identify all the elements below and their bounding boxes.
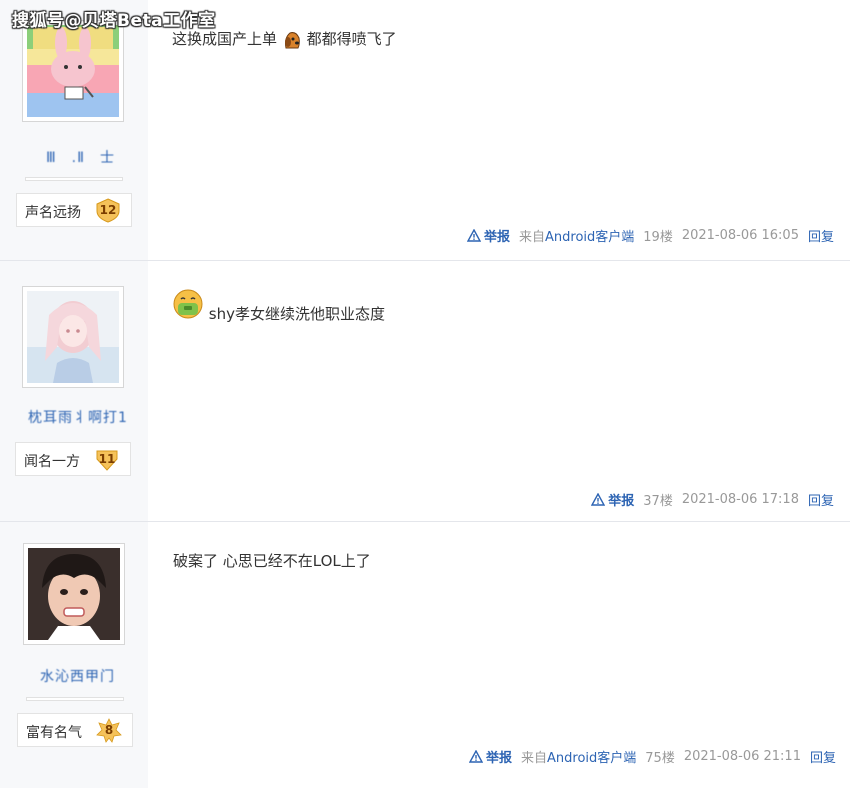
avatar-image: [27, 25, 119, 117]
username[interactable]: Ⅲ .Ⅱ 士: [46, 147, 115, 167]
report-button[interactable]: 举报: [468, 747, 512, 766]
post-item-2: 枕耳雨丬啊打1 闻名一方 11 shy孝女继续洗他职业态度 举报 37楼 202…: [0, 261, 850, 521]
post-text-before: 这换成国产上单: [172, 30, 278, 48]
user-column: 水沁西甲门 富有名气 8: [0, 522, 148, 788]
report-label: 举报: [483, 230, 510, 245]
username-underline: [26, 697, 124, 701]
level-badge-box: 闻名一方 11: [15, 442, 131, 476]
vomit-face-emoji: [172, 289, 204, 325]
post-datetime: 2021-08-06 21:11: [683, 749, 801, 764]
level-number: 11: [98, 452, 116, 466]
level-title: 闻名一方: [24, 454, 80, 470]
floor-number: 19楼: [643, 230, 673, 245]
post-content: 这换成国产上单 都都得喷飞了: [172, 28, 397, 54]
reply-button[interactable]: 回复: [810, 747, 836, 766]
client-prefix: 来自: [519, 230, 546, 245]
post-text-after: 都都得喷飞了: [306, 30, 397, 48]
client-link[interactable]: Android客户端: [547, 751, 636, 766]
client-prefix: 来自: [521, 751, 548, 766]
floor-number: 37楼: [643, 494, 673, 509]
level-title: 声名远扬: [25, 205, 81, 221]
post-content: 破案了 心思已经不在LOL上了: [173, 550, 371, 571]
client-source: 来自Android客户端: [519, 226, 634, 245]
warning-triangle-icon: [591, 493, 606, 506]
avatar[interactable]: [22, 286, 124, 388]
report-label: 举报: [608, 494, 635, 509]
post-meta: 举报 来自Android客户端 19楼 2021-08-06 16:05 回复: [466, 226, 834, 245]
reply-button[interactable]: 回复: [808, 226, 834, 245]
username[interactable]: 水沁西甲门: [40, 666, 115, 686]
warning-triangle-icon: [468, 750, 483, 763]
level-title: 富有名气: [26, 725, 82, 741]
username[interactable]: 枕耳雨丬啊打1: [28, 407, 128, 427]
reply-button[interactable]: 回复: [808, 490, 834, 509]
level-number: 8: [104, 723, 114, 737]
post-meta: 举报 来自Android客户端 75楼 2021-08-06 21:11 回复: [468, 747, 836, 766]
level-badge-icon: 12: [95, 198, 121, 223]
warning-triangle-icon: [466, 229, 481, 242]
client-source: 来自Android客户端: [521, 747, 636, 766]
post-content: shy孝女继续洗他职业态度: [172, 289, 385, 325]
post-text-after: 破案了 心思已经不在LOL上了: [173, 552, 371, 570]
avatar[interactable]: [22, 20, 124, 122]
post-datetime: 2021-08-06 17:18: [681, 492, 799, 507]
report-label: 举报: [485, 751, 512, 766]
username-underline: [25, 177, 123, 181]
user-column: Ⅲ .Ⅱ 士 声名远扬 12: [0, 0, 148, 260]
avatar-image: [28, 548, 120, 640]
floor-number: 75楼: [645, 751, 675, 766]
level-badge-icon: 11: [94, 447, 120, 472]
client-link[interactable]: Android客户端: [545, 230, 634, 245]
post-datetime: 2021-08-06 16:05: [681, 228, 799, 243]
report-button[interactable]: 举报: [591, 490, 634, 509]
watermark: 搜狐号@贝塔Beta工作室: [12, 11, 216, 31]
user-column: 枕耳雨丬啊打1 闻名一方 11: [0, 261, 148, 521]
post-meta: 举报 37楼 2021-08-06 17:18 回复: [591, 490, 834, 509]
level-badge-box: 富有名气 8: [17, 713, 133, 747]
dog-head-emoji: [282, 30, 302, 54]
level-badge-box: 声名远扬 12: [16, 193, 132, 227]
post-text-after: shy孝女继续洗他职业态度: [208, 305, 385, 323]
level-number: 12: [99, 203, 117, 217]
level-badge-icon: 8: [96, 718, 122, 743]
avatar[interactable]: [23, 543, 125, 645]
report-button[interactable]: 举报: [466, 226, 510, 245]
avatar-image: [27, 291, 119, 383]
post-item-3: 水沁西甲门 富有名气 8 破案了 心思已经不在LOL上了 举报 来自Androi…: [0, 522, 850, 788]
post-item-1: Ⅲ .Ⅱ 士 声名远扬 12 这换成国产上单 都都得喷飞了 举报 来自Andro…: [0, 0, 850, 260]
